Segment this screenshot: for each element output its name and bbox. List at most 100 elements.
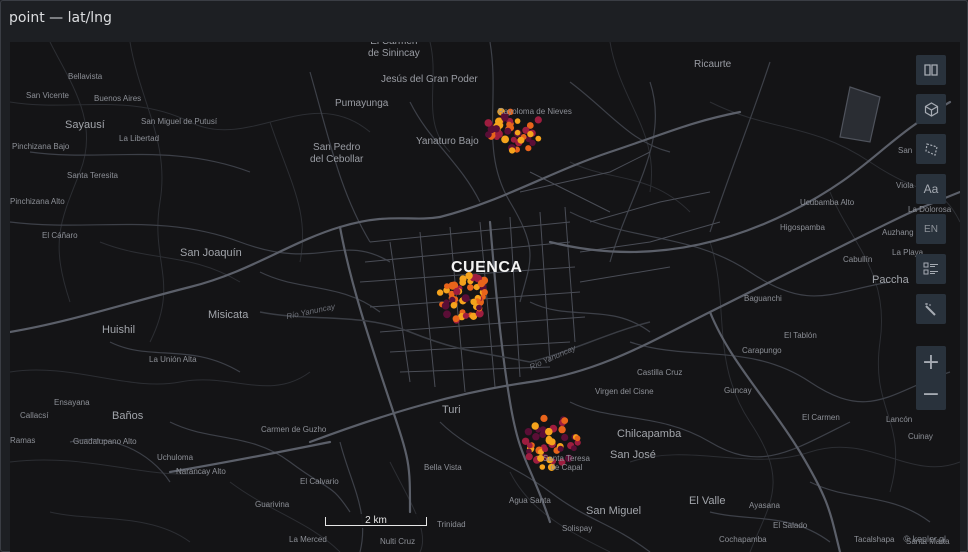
- data-point[interactable]: [545, 427, 553, 436]
- map-canvas[interactable]: El Carmen de Sinincay Jesús del Gran Pode…: [10, 42, 960, 552]
- place-label: Narancay Alto: [176, 467, 226, 476]
- data-point[interactable]: [452, 315, 460, 323]
- place-label: El Calvario: [300, 477, 339, 486]
- data-point[interactable]: [436, 289, 444, 296]
- data-point[interactable]: [506, 121, 512, 128]
- data-point[interactable]: [462, 312, 469, 319]
- data-point[interactable]: [574, 435, 581, 442]
- data-point[interactable]: [467, 284, 474, 291]
- book-icon: [924, 64, 938, 76]
- place-label: Sayausí: [65, 119, 105, 131]
- place-label: San: [898, 146, 913, 155]
- place-label: San Pedro del Cebollar: [310, 142, 364, 165]
- place-label: Baguanchi: [744, 294, 782, 303]
- place-label: Nulti Cruz: [380, 537, 416, 546]
- data-point[interactable]: [525, 145, 532, 152]
- data-point[interactable]: [501, 135, 509, 144]
- data-point[interactable]: [492, 125, 500, 133]
- zoom-out-button[interactable]: −: [916, 378, 946, 410]
- data-point[interactable]: [561, 433, 569, 442]
- map-draw-button[interactable]: [916, 294, 946, 324]
- data-point[interactable]: [535, 135, 542, 142]
- data-point[interactable]: [545, 437, 553, 445]
- data-point[interactable]: [459, 279, 467, 286]
- place-label: Castilla Cruz: [637, 368, 683, 377]
- place-label: Callacsí: [20, 411, 49, 420]
- place-label: Ricaurte: [694, 59, 732, 70]
- data-point[interactable]: [448, 281, 457, 290]
- attribution[interactable]: © kepler.gl: [903, 534, 946, 544]
- draw-polygon-button[interactable]: [916, 134, 946, 164]
- data-point[interactable]: [532, 433, 540, 441]
- data-point[interactable]: [461, 294, 470, 303]
- language-button[interactable]: EN: [916, 214, 946, 244]
- data-point[interactable]: [508, 147, 516, 154]
- split-map-button[interactable]: [916, 55, 946, 85]
- place-label: Bellavista: [68, 72, 103, 81]
- place-label: Paccha: [872, 274, 909, 286]
- data-point[interactable]: [476, 304, 482, 311]
- place-label: La Unión Alta: [149, 355, 197, 364]
- place-label: Viola: [896, 181, 914, 190]
- zoom-in-button[interactable]: +: [916, 346, 946, 378]
- data-point[interactable]: [534, 116, 542, 124]
- place-label: Lancón: [886, 415, 913, 424]
- place-label: Carmen de Guzho: [261, 425, 327, 434]
- place-label: Cabullín: [843, 255, 873, 264]
- data-point[interactable]: [443, 310, 451, 319]
- data-point[interactable]: [453, 287, 461, 295]
- data-point[interactable]: [540, 414, 548, 422]
- place-label: La Dolorosa: [908, 205, 952, 214]
- place-label: Virgen del Cisne: [595, 387, 654, 396]
- place-label: San Miguel: [586, 505, 642, 517]
- place-label: Misicata: [208, 309, 249, 321]
- place-label: Pinchizana Bajo: [12, 142, 70, 151]
- place-label: El Tablón: [784, 331, 817, 340]
- place-label: Turi: [442, 404, 461, 416]
- place-label: Bella Vista: [424, 463, 462, 472]
- data-point[interactable]: [571, 445, 577, 452]
- magic-wand-icon: [924, 302, 936, 316]
- place-label: La Libertad: [119, 134, 160, 143]
- legend-button[interactable]: [916, 254, 946, 284]
- data-point[interactable]: [527, 130, 534, 138]
- place-label: Higospamba: [780, 223, 825, 232]
- place-label: Ensayana: [54, 398, 90, 407]
- data-point[interactable]: [526, 442, 533, 449]
- place-label: Jesús del Gran Poder: [381, 74, 478, 85]
- place-label: San Joaquín: [180, 247, 242, 259]
- data-point[interactable]: [441, 302, 450, 310]
- place-label: Huishil: [102, 324, 136, 336]
- data-point[interactable]: [514, 129, 521, 136]
- data-point[interactable]: [517, 136, 525, 144]
- map-labels-button[interactable]: Aa: [916, 174, 946, 204]
- place-label: Ucubamba Alto: [800, 198, 855, 207]
- data-point[interactable]: [504, 127, 512, 135]
- place-label: Chilcapamba: [617, 428, 682, 440]
- place-label: Solispay: [562, 524, 593, 533]
- data-point[interactable]: [561, 417, 569, 424]
- data-point[interactable]: [450, 302, 458, 309]
- data-point[interactable]: [514, 118, 521, 124]
- data-point[interactable]: [557, 445, 564, 452]
- place-label: Rayoloma de Nieves: [498, 107, 572, 116]
- place-label: Tacalshapa: [854, 535, 895, 544]
- place-label: Auzhang: [882, 228, 914, 237]
- data-point[interactable]: [529, 139, 536, 146]
- place-label: El Carmen de Sinincay: [368, 42, 420, 59]
- data-point[interactable]: [524, 428, 533, 436]
- data-point[interactable]: [525, 453, 533, 461]
- data-point[interactable]: [484, 119, 493, 127]
- place-label: El Carmen: [802, 413, 840, 422]
- data-point[interactable]: [542, 446, 549, 453]
- place-label: Santa Teresa de Capal: [543, 454, 590, 473]
- place-label: Yanaturo Bajo: [416, 136, 479, 147]
- place-label: Guadalupano Alto: [73, 437, 137, 446]
- place-label: Santa Teresita: [67, 171, 118, 180]
- data-point[interactable]: [558, 425, 566, 434]
- language-label: EN: [924, 223, 938, 235]
- 3d-view-button[interactable]: [916, 94, 946, 124]
- data-point[interactable]: [477, 279, 486, 288]
- place-label: Cochapamba: [719, 535, 767, 544]
- data-point[interactable]: [531, 422, 539, 430]
